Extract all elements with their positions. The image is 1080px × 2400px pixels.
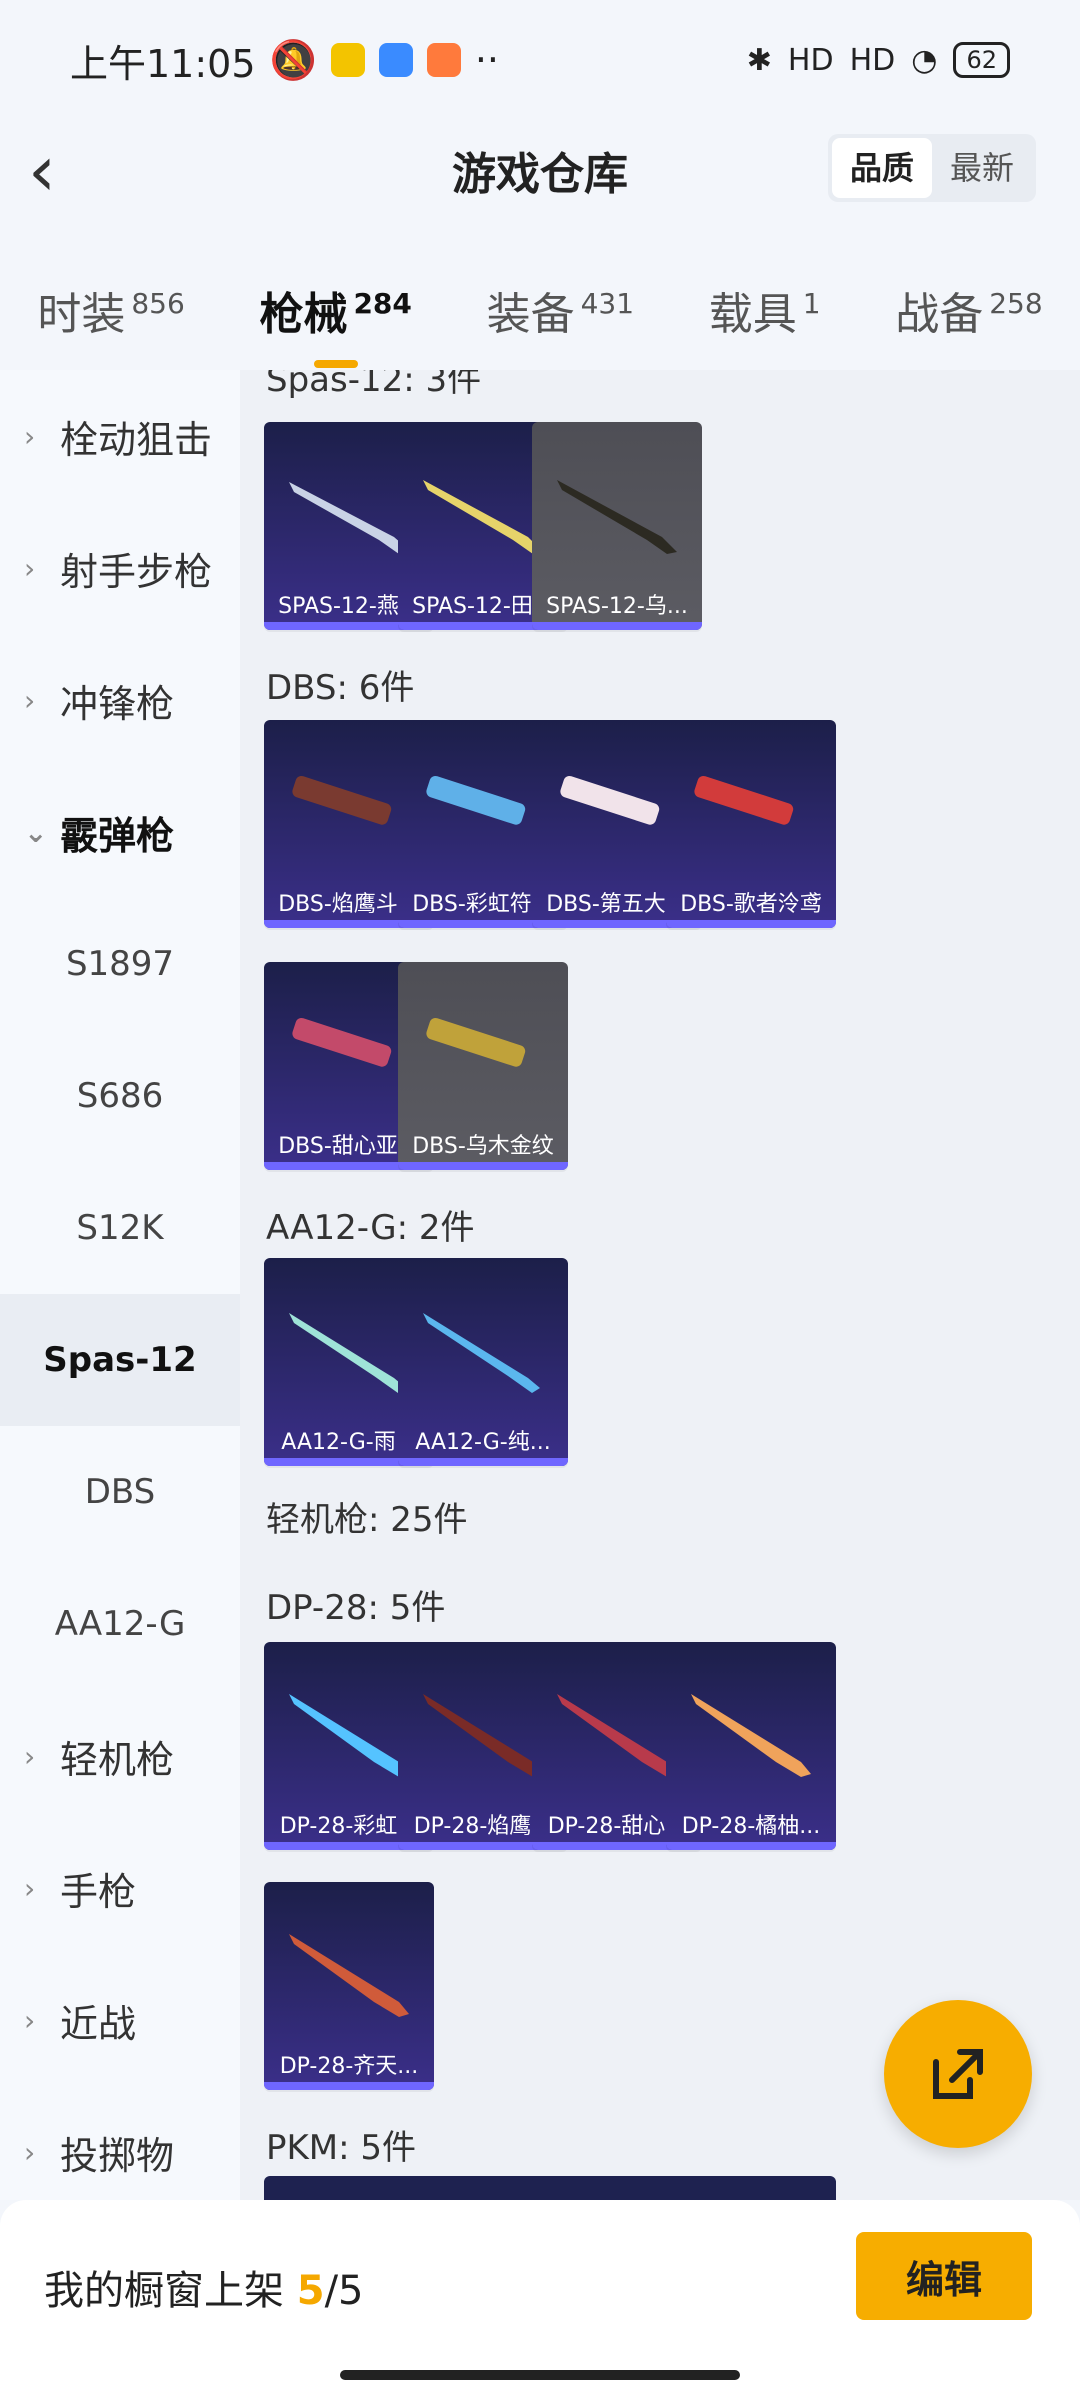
- more-notifications-icon: ··: [474, 38, 500, 82]
- rarity-bar: [398, 1162, 568, 1170]
- sort-quality[interactable]: 品质: [831, 138, 932, 198]
- tab-supplies[interactable]: 战备 258: [895, 278, 1042, 342]
- section-title: PKM: 5件: [266, 2128, 417, 2168]
- app-notification-icon: [426, 43, 461, 77]
- sidebar-item-shotgun[interactable]: ⌄ 霰弹枪: [0, 766, 240, 898]
- status-bar: 上午11:05 🔕 ·· ✱ HD HD ◔ 62: [0, 0, 1080, 120]
- chevron-down-icon: ⌄: [24, 815, 48, 849]
- tab-fashion[interactable]: 时装 856: [37, 278, 184, 342]
- sidebar-item-s1897[interactable]: S1897: [0, 898, 240, 1030]
- mute-icon: 🔕: [269, 37, 317, 82]
- rarity-bar: [264, 2082, 434, 2090]
- weapon-card-label: AA12-G-纯...: [415, 1430, 551, 1455]
- rarity-bar: [398, 1458, 568, 1466]
- sidebar-item-throwables[interactable]: › 投掷物: [0, 2086, 240, 2218]
- weapon-card-label: DP-28-齐天...: [279, 2054, 419, 2079]
- sidebar-item-dbs[interactable]: DBS: [0, 1426, 240, 1558]
- weapon-icon: [398, 992, 568, 1112]
- weapon-grid-content: Spas-12: 3件 SPAS-12-燕... SPAS-12-田... SP…: [240, 370, 1080, 2200]
- sidebar-item-smg[interactable]: › 冲锋枪: [0, 634, 240, 766]
- sidebar-item-pistol[interactable]: › 手枪: [0, 1822, 240, 1954]
- share-icon: [933, 2049, 983, 2099]
- wifi-icon: ◔: [911, 42, 938, 78]
- weapon-card-label: DBS-歌者泠鸢: [680, 892, 822, 917]
- chevron-right-icon: ›: [24, 1739, 36, 1773]
- weapon-card[interactable]: AA12-G-纯...: [398, 1258, 568, 1466]
- battery-icon: 62: [953, 42, 1010, 78]
- chevron-right-icon: ›: [24, 2135, 36, 2169]
- bluetooth-icon: ✱: [746, 42, 772, 78]
- tab-firearms[interactable]: 枪械 284: [259, 278, 411, 342]
- sidebar-item-dmr[interactable]: › 射手步枪: [0, 502, 240, 634]
- rarity-bar: [666, 1842, 836, 1850]
- header: ‹ 游戏仓库 品质 最新: [0, 120, 1080, 220]
- weapon-icon: [666, 1672, 836, 1792]
- weapon-card[interactable]: DBS-歌者泠鸢: [666, 720, 836, 928]
- weapon-icon: [264, 1912, 434, 2032]
- weapon-card-label: DP-28-橘柚...: [681, 1814, 821, 1839]
- section-title: DP-28: 5件: [266, 1588, 446, 1628]
- weapon-card-label: SPAS-12-乌...: [546, 594, 688, 619]
- weapon-card[interactable]: SPAS-12-乌...: [532, 422, 702, 630]
- category-tabs: 时装 856 枪械 284 装备 431 载具 1 战备 258: [0, 250, 1080, 370]
- weapon-card[interactable]: DP-28-橘柚...: [666, 1642, 836, 1850]
- app-notification-icon: [330, 43, 365, 77]
- rarity-bar: [666, 920, 836, 928]
- edit-button[interactable]: 编辑: [856, 2232, 1032, 2320]
- sort-toggle: 品质 最新: [827, 134, 1036, 202]
- section-title: DBS: 6件: [266, 668, 415, 708]
- signal-icon: HD: [787, 42, 834, 78]
- back-icon[interactable]: ‹: [28, 136, 88, 206]
- chevron-right-icon: ›: [24, 551, 36, 585]
- section-title: Spas-12: 3件: [266, 370, 482, 400]
- sidebar-item-spas12[interactable]: Spas-12: [0, 1294, 240, 1426]
- weapon-card[interactable]: DBS-乌木金纹: [398, 962, 568, 1170]
- share-fab[interactable]: [884, 2000, 1032, 2148]
- chevron-right-icon: ›: [24, 683, 36, 717]
- chevron-right-icon: ›: [24, 419, 36, 453]
- signal-icon: HD: [849, 42, 896, 78]
- sidebar-item-s12k[interactable]: S12K: [0, 1162, 240, 1294]
- weapon-icon: [398, 1288, 568, 1408]
- sidebar-item-bolt-sniper[interactable]: › 栓动狙击: [0, 370, 240, 502]
- home-indicator: [340, 2370, 740, 2380]
- sidebar-item-aa12g[interactable]: AA12-G: [0, 1558, 240, 1690]
- weapon-icon: [666, 750, 836, 870]
- rarity-bar: [532, 622, 702, 630]
- weapon-card-label: DBS-乌木金纹: [412, 1134, 554, 1159]
- app-notification-icon: [378, 43, 413, 77]
- sort-latest[interactable]: 最新: [932, 138, 1032, 198]
- status-notification-icons: 🔕 ··: [270, 38, 500, 83]
- page-title: 游戏仓库: [452, 149, 628, 200]
- showcase-current: 5: [296, 2268, 325, 2314]
- section-title: 轻机枪: 25件: [266, 1500, 468, 1540]
- chevron-right-icon: ›: [24, 2003, 36, 2037]
- weapon-sidebar: › 栓动狙击 › 射手步枪 › 冲锋枪 ⌄ 霰弹枪 S1897 S686 S12K Sp…: [0, 370, 240, 2200]
- weapon-icon: [532, 452, 702, 572]
- status-time: 上午11:05: [70, 41, 256, 86]
- section-title: AA12-G: 2件: [266, 1208, 475, 1248]
- chevron-right-icon: ›: [24, 1871, 36, 1905]
- sidebar-item-s686[interactable]: S686: [0, 1030, 240, 1162]
- sidebar-item-lmg[interactable]: › 轻机枪: [0, 1690, 240, 1822]
- sidebar-item-melee[interactable]: › 近战: [0, 1954, 240, 2086]
- showcase-status: 我的橱窗上架 5/5: [44, 2268, 364, 2314]
- tab-equipment[interactable]: 装备 431: [487, 278, 634, 342]
- tab-vehicles[interactable]: 载具 1: [709, 278, 821, 342]
- weapon-card[interactable]: DP-28-齐天...: [264, 1882, 434, 2090]
- status-right: ✱ HD HD ◔ 62: [747, 42, 1010, 78]
- weapon-card-partial[interactable]: [666, 2176, 836, 2200]
